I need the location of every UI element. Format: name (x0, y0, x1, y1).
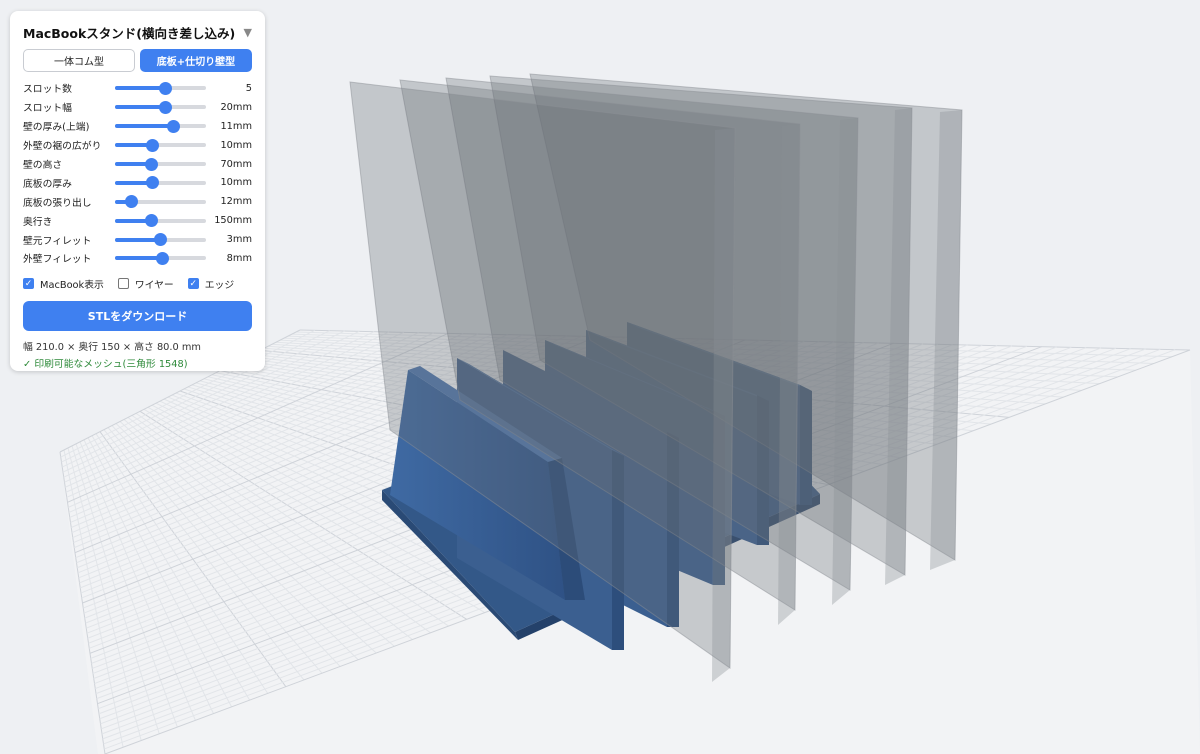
slider-label: 外壁の裾の広がり (23, 141, 102, 153)
slider-value: 11mm (220, 120, 252, 132)
display-options: ✓ MacBook表示 ワイヤー ✓ エッジ (23, 276, 252, 292)
checkbox-label: ワイヤー (134, 279, 174, 291)
slider-value: 10mm (220, 177, 252, 189)
slider-track[interactable] (115, 100, 206, 114)
slider-row: 外壁の裾の広がり 10mm (23, 136, 252, 155)
slider-label: 壁元フィレット (23, 235, 92, 247)
model-dimensions: 幅 210.0 × 奥行 150 × 高さ 80.0 mm (23, 341, 201, 353)
mode-toggle: 一体コム型 底板+仕切り壁型 (23, 49, 252, 72)
slider-thumb[interactable] (144, 214, 158, 228)
slider-fill (115, 86, 166, 91)
slider-row: スロット数 5 (23, 79, 252, 98)
slider-label: 奥行き (23, 216, 53, 228)
checkbox-wire[interactable]: ワイヤー (117, 277, 174, 291)
slider-track[interactable] (115, 233, 206, 247)
slider-fill (115, 124, 174, 129)
settings-panel: MacBookスタンド(横向き差し込み) ▼ 一体コム型 底板+仕切り壁型 スロ… (10, 11, 265, 371)
panel-header: MacBookスタンド(横向き差し込み) ▼ (23, 21, 252, 43)
slider-value: 12mm (220, 196, 252, 208)
mode-button-integrated[interactable]: 一体コム型 (23, 49, 135, 72)
slider-row: スロット幅 20mm (23, 98, 252, 117)
slider-value: 150mm (214, 215, 252, 227)
slider-track[interactable] (115, 251, 206, 265)
mesh-status: ✓ 印刷可能なメッシュ(三角形 1548) (23, 358, 188, 370)
slider-track[interactable] (115, 195, 206, 209)
slider-track[interactable] (115, 214, 206, 228)
checkbox-label: MacBook表示 (40, 279, 104, 291)
download-stl-button[interactable]: STLをダウンロード (23, 300, 252, 331)
checkbox-empty[interactable] (117, 278, 129, 290)
slider-thumb[interactable] (166, 119, 180, 133)
slider-track[interactable] (115, 176, 206, 190)
slider-value: 20mm (220, 101, 252, 113)
slider-row: 奥行き 150mm (23, 211, 252, 230)
slider-value: 70mm (220, 158, 252, 170)
slider-track[interactable] (115, 138, 206, 152)
slider-row: 壁元フィレット 3mm (23, 230, 252, 249)
slider-label: 底板の張り出し (23, 197, 92, 209)
slider-track[interactable] (115, 119, 206, 133)
slider-thumb[interactable] (144, 157, 158, 171)
slider-value: 3mm (226, 234, 252, 246)
slider-thumb[interactable] (159, 100, 173, 114)
slider-row: 底板の張り出し 12mm (23, 192, 252, 211)
slider-row: 底板の厚み 10mm (23, 173, 252, 192)
slider-thumb[interactable] (124, 195, 138, 209)
slider-thumb[interactable] (145, 138, 159, 152)
checkbox-label: エッジ (204, 279, 235, 291)
slider-row: 壁の厚み(上端) 11mm (23, 117, 252, 136)
slider-label: スロット数 (23, 84, 72, 96)
slider-thumb[interactable] (145, 176, 159, 190)
check-icon[interactable]: ✓ (23, 278, 34, 290)
slider-value: 5 (245, 82, 252, 94)
slider-thumb[interactable] (154, 233, 167, 247)
slider-label: 壁の厚み(上端) (23, 122, 90, 134)
mode-button-base-divider[interactable]: 底板+仕切り壁型 (140, 49, 252, 72)
slider-thumb[interactable] (155, 251, 169, 265)
checkbox-edge[interactable]: ✓ エッジ (187, 277, 235, 291)
triangle-down-icon[interactable]: ▼ (244, 26, 252, 39)
slider-label: 外壁フィレット (23, 254, 92, 266)
check-icon[interactable]: ✓ (187, 278, 199, 290)
slider-label: スロット幅 (23, 103, 72, 115)
slider-value: 10mm (220, 139, 252, 151)
slider-label: 底板の厚み (23, 178, 72, 190)
slider-fill (115, 105, 166, 110)
slider-row: 壁の高さ 70mm (23, 155, 252, 174)
slider-row: 外壁フィレット 8mm (23, 249, 252, 268)
slider-thumb[interactable] (159, 81, 173, 95)
slider-label: 壁の高さ (23, 160, 63, 171)
checkbox-macbook[interactable]: ✓ MacBook表示 (23, 277, 104, 291)
slider-track[interactable] (115, 157, 206, 171)
slider-list: スロット数 5 スロット幅 20mm 壁の厚み(上端) 11mm 外壁の裾の広がり 10mm 壁… (23, 79, 252, 268)
panel-title: MacBookスタンド(横向き差し込み) (23, 25, 236, 41)
slider-value: 8mm (226, 252, 252, 264)
slider-track[interactable] (115, 81, 206, 95)
